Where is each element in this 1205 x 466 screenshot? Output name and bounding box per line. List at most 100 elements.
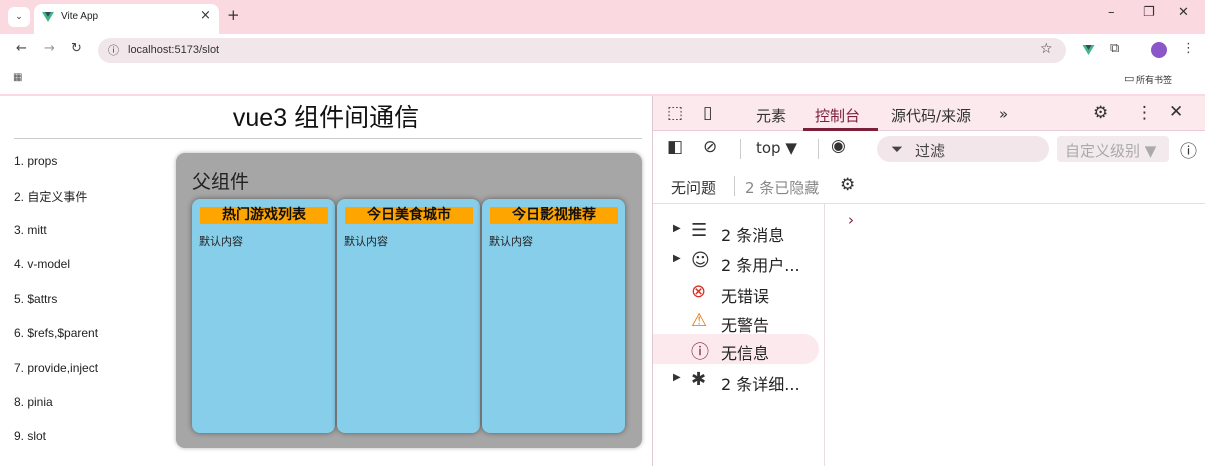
clear-console-icon[interactable]: ⊘	[703, 137, 717, 157]
nav-link-provide-inject[interactable]: 7. provide,inject	[14, 361, 98, 375]
filter-placeholder: 过滤	[915, 142, 946, 160]
sidebar-label: 无信息	[721, 344, 770, 363]
bookmark-bar: ▦ ▭ 所有书签	[0, 66, 1205, 94]
inspect-element-icon[interactable]: ⬚	[667, 103, 683, 123]
nav-link-props[interactable]: 1. props	[14, 154, 57, 168]
tab-search-button[interactable]: ⌄	[8, 7, 30, 27]
active-tab-indicator	[803, 128, 878, 131]
category-card: 今日影视推荐 默认内容	[482, 199, 625, 433]
expand-arrow-icon[interactable]: ▶	[673, 223, 681, 234]
sidebar-toggle-icon[interactable]: ◧	[667, 137, 683, 157]
sidebar-label: 2 条消息	[721, 226, 785, 245]
sidebar-label: 无错误	[721, 287, 770, 306]
card-title: 热门游戏列表	[200, 207, 328, 224]
list-icon: ☰	[691, 220, 708, 241]
sidebar-item-user-messages[interactable]: ▶ ☺ 2 条用户...	[653, 246, 819, 276]
card-title: 今日美食城市	[345, 207, 473, 224]
nav-link-custom-event[interactable]: 2. 自定义事件	[14, 188, 87, 205]
parent-title: 父组件	[192, 171, 250, 193]
console-gear-icon[interactable]: ⚙	[840, 175, 855, 195]
tab-console[interactable]: 控制台	[815, 105, 860, 126]
nav-link-attrs[interactable]: 5. $attrs	[14, 292, 57, 306]
card-title: 今日影视推荐	[490, 207, 618, 224]
log-level-dropdown[interactable]: 自定义级别 ▼	[1057, 136, 1169, 162]
nav-link-slot[interactable]: 9. slot	[14, 429, 46, 443]
browser-chrome: ⌄ Vite App × + – ❐ ✕ ← → ↻ ⓘ localhost:5…	[0, 0, 1205, 96]
devtools-menu-icon[interactable]: ⋮	[1136, 103, 1153, 123]
close-devtools-icon[interactable]: ✕	[1169, 102, 1183, 122]
bookmark-star-icon[interactable]: ☆	[1040, 41, 1053, 57]
more-tabs-button[interactable]: »	[999, 105, 1008, 123]
card-default-content: 默认内容	[199, 235, 243, 248]
expand-arrow-icon[interactable]: ▶	[673, 372, 681, 383]
sidebar-item-warnings[interactable]: ⚠ 无警告	[653, 306, 819, 336]
tab-sources[interactable]: 源代码/来源	[891, 105, 971, 126]
error-icon: ⊗	[691, 281, 707, 302]
sidebar-item-messages[interactable]: ▶ ☰ 2 条消息	[653, 216, 819, 246]
tab-close-icon[interactable]: ×	[200, 8, 211, 23]
forward-icon[interactable]: →	[44, 41, 55, 56]
tab-bar: ⌄ Vite App × + – ❐ ✕	[0, 0, 1205, 34]
profile-avatar[interactable]	[1151, 42, 1167, 58]
sidebar-item-info[interactable]: ⓘ 无信息	[653, 334, 819, 364]
context-selector[interactable]: top ▼	[756, 139, 797, 157]
card-default-content: 默认内容	[489, 235, 533, 248]
nav-link-mitt[interactable]: 3. mitt	[14, 223, 47, 237]
card-default-content: 默认内容	[344, 235, 388, 248]
issues-row: 无问题 2 条已隐藏 ⚙	[653, 168, 1205, 204]
page-content: vue3 组件间通信 1. props 2. 自定义事件 3. mitt 4. …	[0, 96, 652, 466]
minimize-icon[interactable]: –	[1108, 5, 1115, 20]
tab-title: Vite App	[61, 11, 99, 22]
tab-vite-app[interactable]: Vite App ×	[34, 4, 219, 34]
divider	[14, 138, 642, 139]
live-expression-eye-icon[interactable]: ◉	[831, 136, 846, 156]
device-toolbar-icon[interactable]: ▯	[703, 103, 712, 123]
url-text[interactable]: localhost:5173/slot	[128, 44, 219, 56]
settings-gear-icon[interactable]: ⚙	[1093, 103, 1108, 123]
devtools-toolbar: ⬚ ▯ 元素 控制台 源代码/来源 » ⚙ ⋮ ✕	[653, 96, 1205, 131]
apps-grid-icon[interactable]: ▦	[13, 72, 22, 83]
bug-icon: ✱	[691, 369, 707, 390]
console-sidebar: ▶ ☰ 2 条消息 ▶ ☺ 2 条用户... ⊗ 无错误 ⚠ 无警告 ⓘ 无信息…	[653, 204, 825, 466]
log-level-label: 自定义级别 ▼	[1065, 142, 1157, 160]
site-info-icon[interactable]: ⓘ	[108, 42, 119, 58]
console-prompt-icon[interactable]: ›	[848, 211, 854, 229]
sidebar-label: 2 条用户...	[721, 256, 800, 275]
sidebar-item-errors[interactable]: ⊗ 无错误	[653, 277, 819, 307]
nav-link-v-model[interactable]: 4. v-model	[14, 257, 70, 271]
user-icon: ☺	[691, 250, 710, 271]
issues-count[interactable]: 无问题	[671, 177, 716, 198]
close-window-icon[interactable]: ✕	[1178, 5, 1189, 20]
info-icon: ⓘ	[691, 342, 709, 363]
filter-input[interactable]: ⏷ 过滤	[877, 136, 1049, 162]
all-bookmarks-link[interactable]: 所有书签	[1136, 73, 1172, 86]
warning-icon: ⚠	[691, 310, 708, 331]
expand-arrow-icon[interactable]: ▶	[673, 253, 681, 264]
new-tab-button[interactable]: +	[227, 6, 240, 24]
tab-elements[interactable]: 元素	[756, 105, 786, 126]
folder-icon: ▭	[1124, 72, 1135, 85]
category-card: 热门游戏列表 默认内容	[192, 199, 335, 433]
restore-icon[interactable]: ❐	[1143, 5, 1155, 20]
extensions-icon[interactable]: ⧉	[1110, 41, 1119, 56]
reload-icon[interactable]: ↻	[71, 41, 82, 56]
parent-component: 父组件 热门游戏列表 默认内容 今日美食城市 默认内容 今日影视推荐 默认内容	[176, 153, 642, 448]
sidebar-label: 无警告	[721, 316, 770, 335]
separator	[734, 176, 735, 196]
console-toolbar: ◧ ⊘ top ▼ ◉ ⏷ 过滤 自定义级别 ▼ ⓘ	[653, 132, 1205, 166]
filter-icon: ⏷	[891, 140, 904, 158]
console-settings-info-icon[interactable]: ⓘ	[1180, 137, 1197, 162]
nav-link-pinia[interactable]: 8. pinia	[14, 395, 53, 409]
nav-link-refs-parent[interactable]: 6. $refs,$parent	[14, 326, 98, 340]
separator	[740, 139, 741, 159]
back-icon[interactable]: ←	[16, 41, 27, 56]
browser-menu-icon[interactable]: ⋮	[1182, 41, 1195, 56]
url-omnibox[interactable]: ⓘ localhost:5173/slot ☆	[98, 38, 1066, 63]
separator	[818, 139, 819, 159]
page-title: vue3 组件间通信	[232, 104, 420, 132]
vue-devtools-extension-icon[interactable]	[1082, 44, 1095, 56]
address-bar: ← → ↻ ⓘ localhost:5173/slot ☆ ⧉ ⋮	[0, 34, 1205, 66]
category-card: 今日美食城市 默认内容	[337, 199, 480, 433]
sidebar-item-verbose[interactable]: ▶ ✱ 2 条详细...	[653, 365, 819, 395]
sidebar-label: 2 条详细...	[721, 375, 800, 394]
